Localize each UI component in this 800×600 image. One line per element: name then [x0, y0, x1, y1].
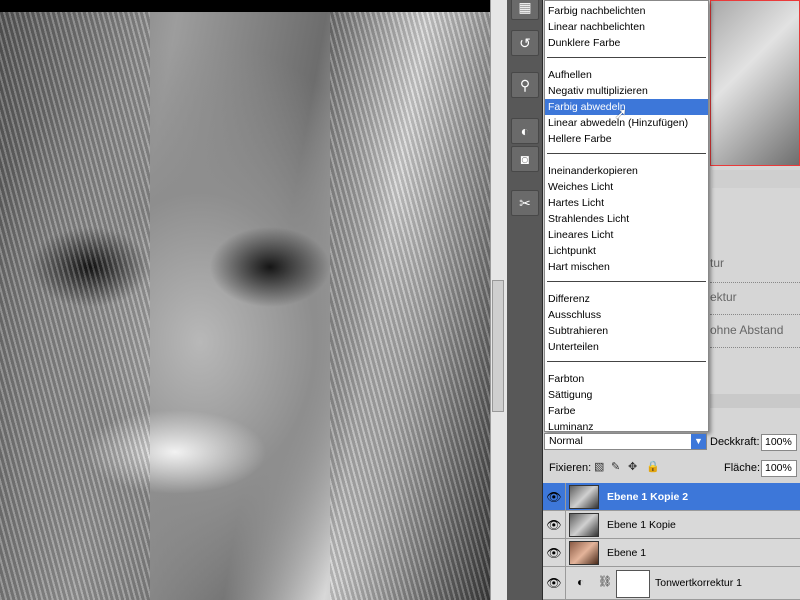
fill-label: Fläche:: [724, 462, 761, 474]
blend-option[interactable]: Hellere Farbe: [545, 131, 708, 147]
blend-option[interactable]: Dunklere Farbe: [545, 35, 708, 51]
history-icon[interactable]: ↺: [511, 30, 539, 56]
chevron-down-icon[interactable]: ▼: [691, 434, 706, 449]
hair-texture-right: [330, 12, 490, 600]
actions-icon[interactable]: ⚲: [511, 72, 539, 98]
blend-option[interactable]: Hart mischen: [545, 259, 708, 275]
divider: [710, 314, 800, 315]
menu-separator: [547, 281, 706, 282]
navigator-preview[interactable]: [710, 0, 800, 166]
divider: [710, 282, 800, 283]
blend-option[interactable]: Linear nachbelichten: [545, 19, 708, 35]
panel-text-fragment: ektur: [710, 290, 737, 304]
blend-option[interactable]: Farbton: [545, 371, 708, 387]
blend-option[interactable]: Hartes Licht: [545, 195, 708, 211]
panel-text-fragment: ohne Abstand: [710, 323, 784, 337]
blend-option[interactable]: Farbig nachbelichten: [545, 3, 708, 19]
blend-option[interactable]: Farbe: [545, 403, 708, 419]
eye-icon[interactable]: 👁: [543, 483, 566, 511]
menu-separator: [547, 361, 706, 362]
blend-option[interactable]: Negativ multiplizieren: [545, 83, 708, 99]
document-canvas[interactable]: [0, 0, 490, 600]
eye-icon[interactable]: 👁: [543, 539, 566, 567]
mini-bridge-icon[interactable]: ▦: [511, 0, 539, 20]
blend-option[interactable]: Ausschluss: [545, 307, 708, 323]
layer-row[interactable]: 👁 Ebene 1: [543, 539, 800, 567]
scrollbar-thumb[interactable]: [492, 280, 504, 412]
portrait-photo[interactable]: [0, 12, 490, 600]
pointer-cursor-icon: ➚: [614, 106, 628, 123]
blend-option[interactable]: Lineares Licht: [545, 227, 708, 243]
link-icon: ⛓: [598, 576, 612, 588]
opacity-label: Deckkraft:: [710, 436, 760, 448]
blend-option[interactable]: Weiches Licht: [545, 179, 708, 195]
tools-presets-icon[interactable]: ✂: [511, 190, 539, 216]
layer-row[interactable]: 👁 Ebene 1 Kopie: [543, 511, 800, 539]
layer-row[interactable]: 👁 ◐ ⛓ Tonwertkorrektur 1: [543, 567, 800, 600]
eye-icon[interactable]: 👁: [543, 567, 566, 600]
lock-pixels-icon[interactable]: ✎: [611, 462, 622, 473]
adjustment-layer-icon: ◐: [577, 575, 585, 589]
layer-thumbnail: [569, 485, 599, 509]
blend-mode-select[interactable]: Normal: [544, 433, 707, 450]
layer-name: Tonwertkorrektur 1: [655, 577, 742, 589]
layer-thumbnail: [569, 513, 599, 537]
layer-name: Ebene 1 Kopie 2: [607, 491, 689, 503]
lock-transparency-icon[interactable]: ▧: [594, 462, 605, 473]
layer-name: Ebene 1: [607, 547, 647, 559]
layers-toolbar: [710, 394, 800, 408]
panel-dock-strip: ▦ ↺ ⚲ ◐ ◙ ✂: [507, 0, 543, 600]
menu-separator: [547, 153, 706, 154]
blend-option[interactable]: Differenz: [545, 291, 708, 307]
navigator-zoom-slider[interactable]: [712, 170, 800, 188]
blend-option[interactable]: Strahlendes Licht: [545, 211, 708, 227]
blend-option[interactable]: Subtrahieren: [545, 323, 708, 339]
lock-all-icon[interactable]: 🔒: [646, 462, 660, 473]
adjustments-icon[interactable]: ◐: [511, 118, 539, 144]
hair-texture-left: [0, 12, 150, 600]
blend-option[interactable]: Lichtpunkt: [545, 243, 708, 259]
blend-option[interactable]: Sättigung: [545, 387, 708, 403]
fill-field[interactable]: 100%: [761, 460, 797, 477]
layer-thumbnail: [569, 541, 599, 565]
blend-mode-menu[interactable]: Farbig nachbelichten Linear nachbelichte…: [544, 0, 709, 433]
blend-option[interactable]: Ineinanderkopieren: [545, 163, 708, 179]
eye-icon[interactable]: 👁: [543, 511, 566, 539]
blend-option[interactable]: Aufhellen: [545, 67, 708, 83]
divider: [710, 347, 800, 348]
lock-position-icon[interactable]: ✥: [628, 462, 639, 473]
menu-separator: [547, 57, 706, 58]
opacity-field[interactable]: 100%: [761, 434, 797, 451]
blend-option[interactable]: Unterteilen: [545, 339, 708, 355]
layer-name: Ebene 1 Kopie: [607, 519, 676, 531]
layer-mask-thumbnail: [616, 570, 650, 598]
masks-icon[interactable]: ◙: [511, 146, 539, 172]
layer-row[interactable]: 👁 Ebene 1 Kopie 2: [543, 483, 800, 511]
lock-label: Fixieren:: [549, 462, 592, 474]
panel-text-fragment: tur: [710, 256, 725, 270]
